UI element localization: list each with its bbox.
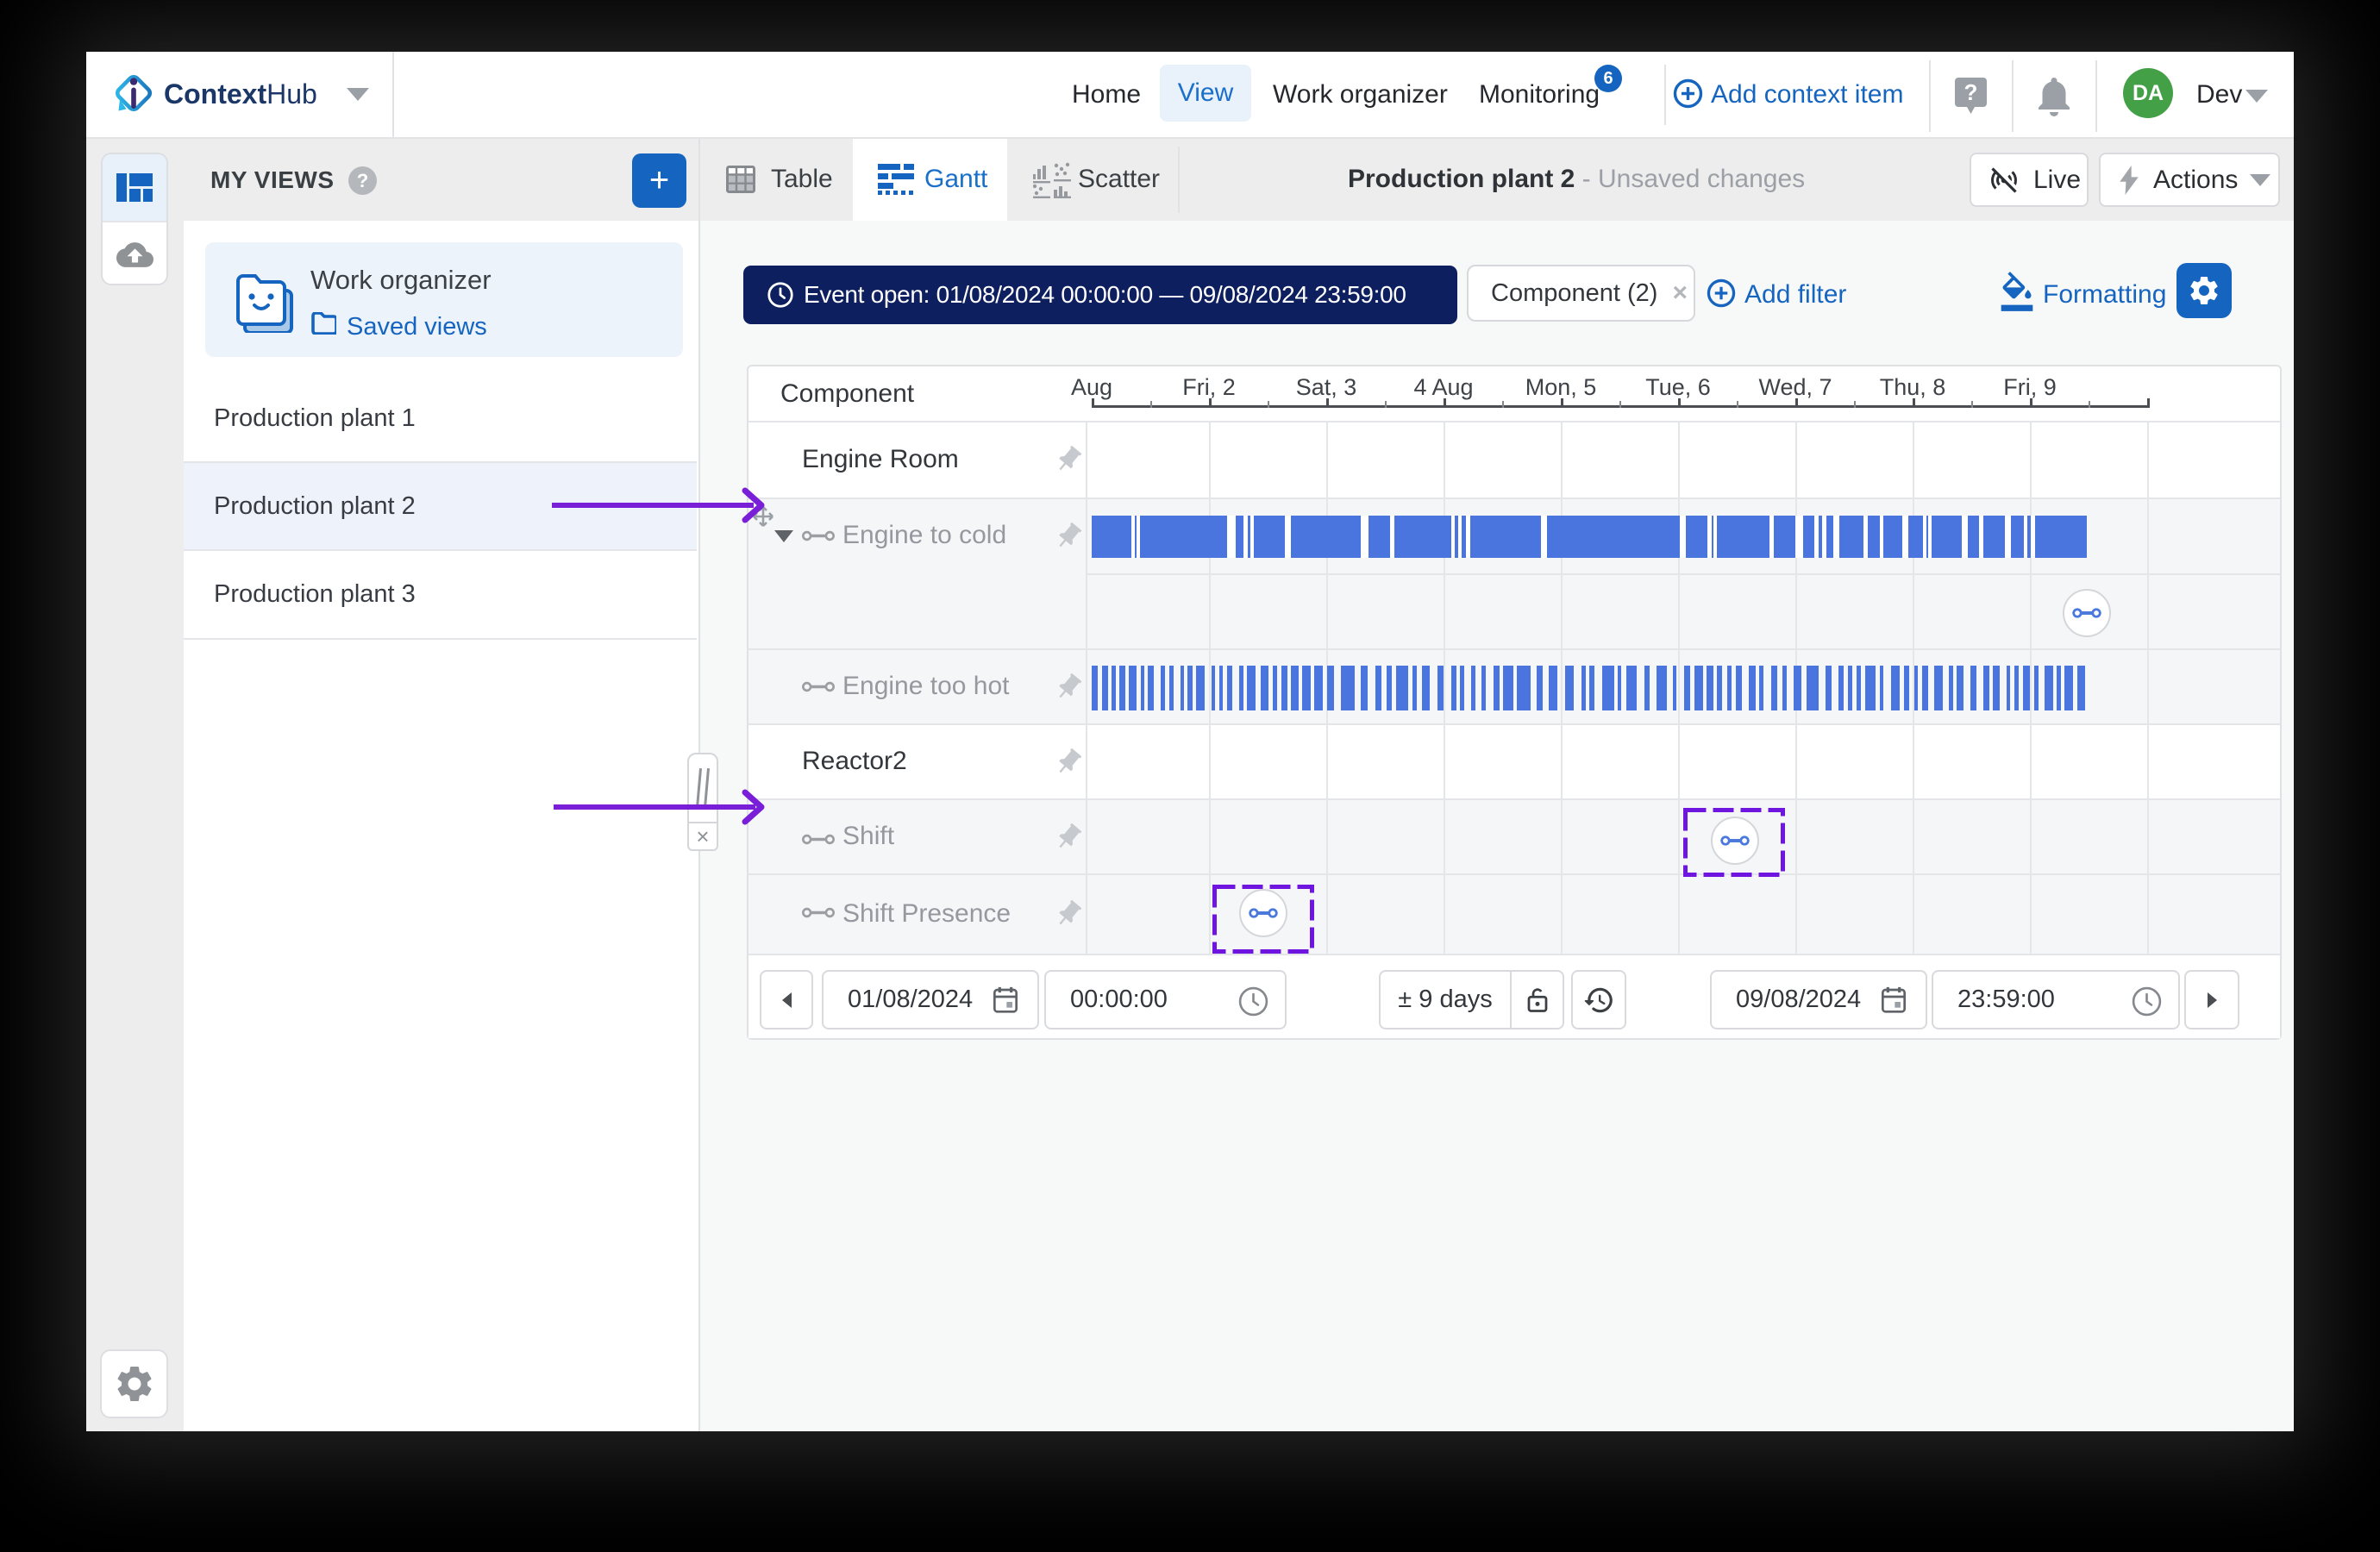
- svg-text:?: ?: [1964, 79, 1978, 105]
